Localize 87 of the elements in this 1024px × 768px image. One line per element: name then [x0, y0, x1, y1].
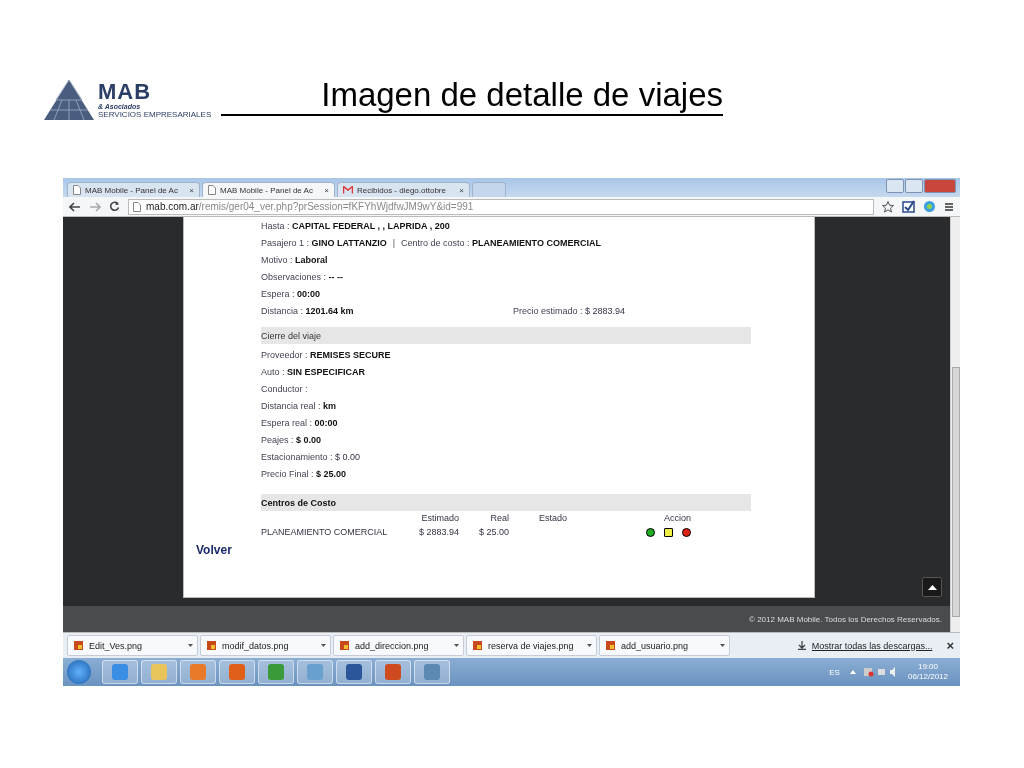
taskbar-app[interactable] [258, 660, 294, 684]
download-item[interactable]: add_usuario.png [599, 635, 730, 656]
detail-field: Espera real : 00:00 [261, 417, 338, 428]
table-cell-text: $ 2883.94 [417, 527, 459, 537]
download-item[interactable]: reserva de viajes.png [466, 635, 597, 656]
table-cell-text: PLANEAMIENTO COMERCIAL [261, 527, 389, 537]
tray-icons-drawing[interactable] [849, 667, 898, 677]
detail-field: Motivo : Laboral [261, 254, 328, 265]
action-button[interactable] [682, 527, 691, 537]
tab-close-button[interactable]: × [189, 185, 194, 195]
column-header: Accion [663, 513, 692, 523]
close-button[interactable] [924, 179, 956, 193]
copyright-text: © 2012 MAB Mobile. Todos los Derechos Reservados. [749, 614, 942, 624]
extension-icon[interactable] [902, 200, 915, 213]
page-icon [73, 185, 81, 195]
download-item[interactable]: modif_datos.png [200, 635, 331, 656]
taskbar-app[interactable] [375, 660, 411, 684]
up-icon [927, 584, 937, 590]
detail-field: Espera : 00:00 [261, 288, 321, 299]
detail-field: Peajes : $ 0.00 [261, 434, 322, 445]
clock-time: 19:00 [917, 662, 938, 672]
maximize-button[interactable] [905, 179, 923, 193]
back-link[interactable]: Volver [196, 543, 232, 557]
download-item[interactable]: add_direccion.png [333, 635, 464, 656]
download-item[interactable]: Edit_Ves.png [67, 635, 198, 656]
close-downloads-button[interactable]: × [946, 638, 954, 653]
caret-icon [720, 644, 725, 647]
separator: | [392, 237, 396, 248]
logo-tagline: SERVICIOS EMPRESARIALES [98, 111, 212, 119]
taskbar-app[interactable] [336, 660, 372, 684]
minimize-button[interactable] [886, 179, 904, 193]
section-header: Cierre del viaje [261, 327, 751, 344]
column-header: Real [489, 513, 509, 523]
detail-field: Centro de costo : PLANEAMIENTO COMERCIAL [401, 237, 601, 248]
taskbar-app[interactable] [102, 660, 138, 684]
caret-icon [188, 644, 193, 647]
image-file-icon [606, 641, 615, 650]
page-icon [208, 185, 216, 195]
detail-field: Proveedor : REMISES SECURE [261, 349, 391, 360]
column-header: Estimado [420, 513, 459, 523]
column-header: Estado [538, 513, 568, 523]
detail-field: Precio estimado : $ 2883.94 [513, 305, 828, 316]
download-icon [797, 641, 806, 650]
start-button[interactable] [67, 660, 91, 684]
clock-date: 06/12/2012 [907, 672, 948, 682]
detail-field: Auto : SIN ESPECIFICAR [261, 366, 366, 377]
caret-icon [454, 644, 459, 647]
section-header: Centros de Costo [261, 494, 751, 511]
show-all-downloads-link[interactable]: Mostrar todas las descargas... [811, 640, 933, 651]
detail-field: Distancia real : km [261, 400, 337, 411]
slide-title: Imagen de detalle de viajes [221, 76, 723, 116]
back-icon[interactable] [69, 201, 81, 212]
browser-tab[interactable]: Recibidos - diego.ottobre × [337, 182, 470, 197]
browser-tab[interactable]: MAB Mobile - Panel de Ac × [67, 182, 200, 197]
table-cell-text: $ 25.00 [477, 527, 509, 537]
menu-icon[interactable] [944, 201, 954, 212]
tab-close-button[interactable]: × [459, 185, 464, 195]
detail-field: Pasajero 1 : GINO LATTANZIO [261, 237, 387, 248]
action-button[interactable] [646, 527, 655, 537]
image-file-icon [340, 641, 349, 650]
detail-field: Estacionamiento : $ 0.00 [261, 451, 361, 462]
caret-icon [321, 644, 326, 647]
logo-icon [42, 78, 96, 122]
page-icon [133, 201, 141, 212]
logo-name: MAB [98, 81, 153, 103]
action-button[interactable] [664, 527, 673, 537]
detail-field: Precio Final : $ 25.00 [261, 468, 347, 479]
image-file-icon [473, 641, 482, 650]
caret-icon [587, 644, 592, 647]
mail-icon [343, 186, 353, 194]
taskbar-app[interactable] [414, 660, 450, 684]
image-file-icon [207, 641, 216, 650]
image-file-icon [74, 641, 83, 650]
browser-tab[interactable]: MAB Mobile - Panel de Ac × [202, 182, 335, 197]
forward-icon[interactable] [89, 201, 101, 212]
blank-tab[interactable] [472, 182, 506, 197]
taskbar-app[interactable] [219, 660, 255, 684]
tab-close-button[interactable]: × [324, 185, 329, 195]
scroll-top-button[interactable] [922, 577, 942, 597]
address-bar[interactable]: mab.com.ar/remis/ger04_ver.php?prSession=fKFYhWjdfwJM9wY&id=991 [128, 198, 874, 215]
scrollbar[interactable] [950, 217, 960, 632]
star-icon[interactable] [882, 200, 894, 213]
reload-icon[interactable] [109, 201, 120, 212]
detail-field: Hasta : CAPITAL FEDERAL , , LAPRIDA , 200 [261, 220, 450, 231]
detail-field: Conductor : [261, 383, 308, 394]
detail-field: Observaciones : -- -- [261, 271, 344, 282]
detail-field: Distancia : 1201.64 km [261, 305, 507, 316]
